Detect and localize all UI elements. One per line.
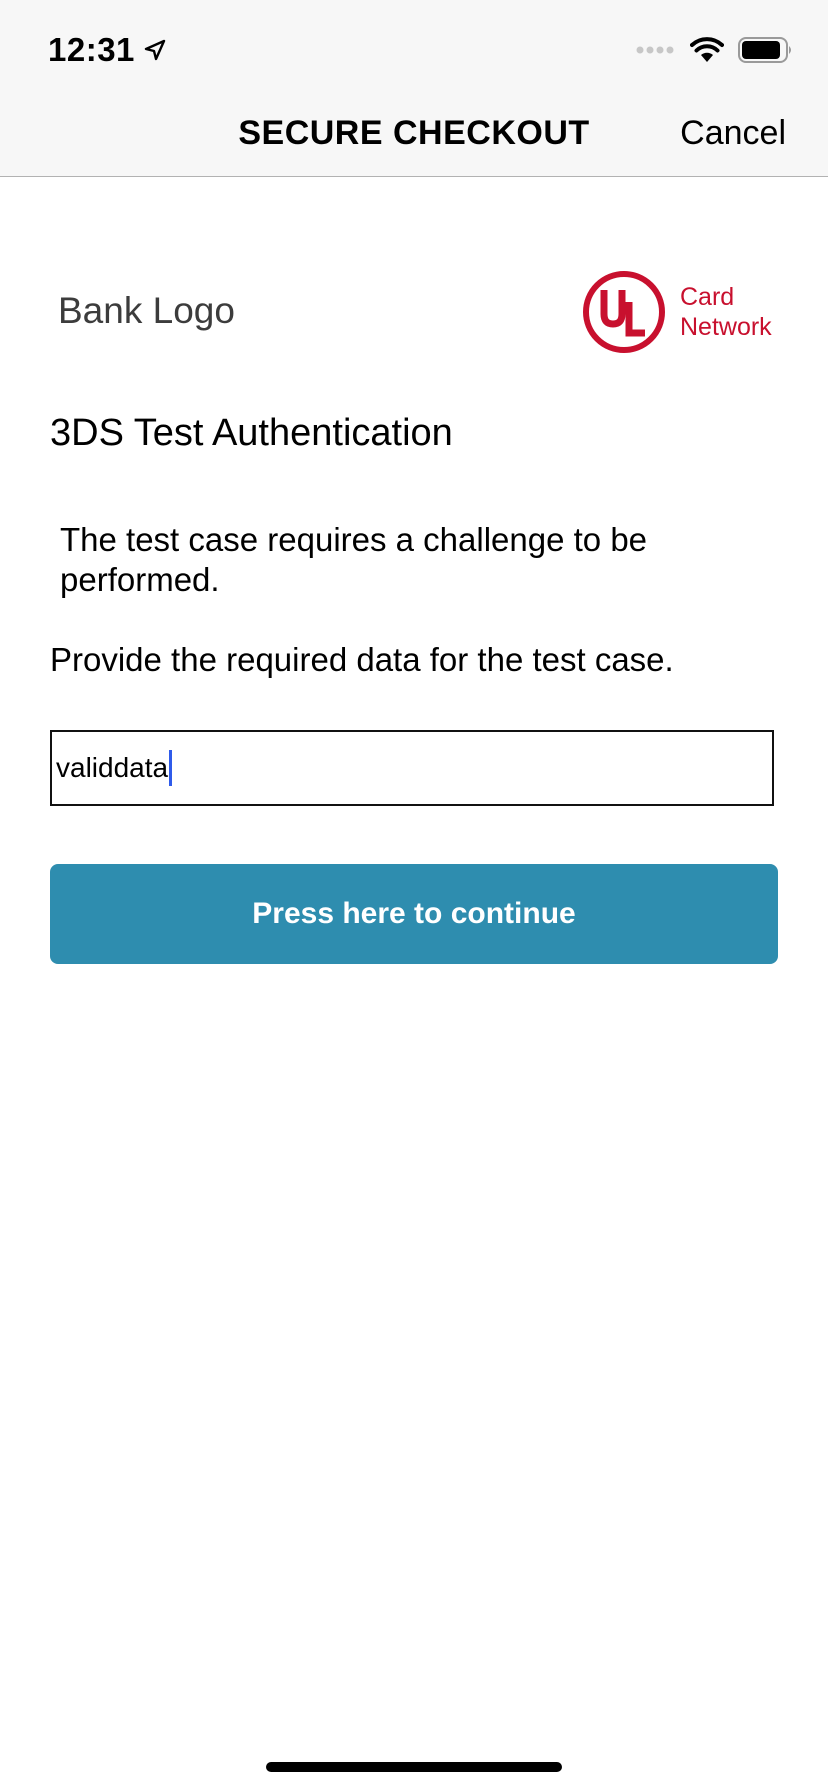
wifi-icon: [690, 37, 724, 62]
network-label-line2: Network: [680, 313, 772, 341]
battery-icon: [738, 37, 791, 63]
challenge-info-text: The test case requires a challenge to be…: [60, 521, 648, 598]
status-time-group: 12:31: [48, 28, 167, 72]
network-label-line1: Card: [680, 283, 735, 311]
challenge-prompt-text: Provide the required data for the test c…: [50, 641, 674, 678]
cellular-signal-icon: [636, 46, 674, 54]
cancel-button[interactable]: Cancel: [680, 96, 786, 170]
challenge-data-input[interactable]: [50, 730, 774, 806]
screen: 12:31 SECURE CHECKOUT Cancel Bank Logo C…: [0, 0, 828, 1792]
challenge-heading: 3DS Test Authentication: [50, 412, 453, 454]
location-arrow-icon: [144, 39, 166, 61]
home-indicator[interactable]: [266, 1762, 562, 1772]
network-label: Card Network: [680, 282, 772, 342]
card-network-logo: Card Network: [582, 270, 772, 354]
status-icons: [636, 34, 794, 66]
ul-logo-icon: [583, 271, 665, 353]
bank-logo: Bank Logo: [58, 290, 235, 331]
continue-button[interactable]: Press here to continue: [50, 864, 778, 964]
status-time: 12:31: [48, 31, 135, 68]
navigation-bar: SECURE CHECKOUT Cancel: [0, 96, 828, 177]
status-bar: 12:31: [0, 0, 828, 96]
